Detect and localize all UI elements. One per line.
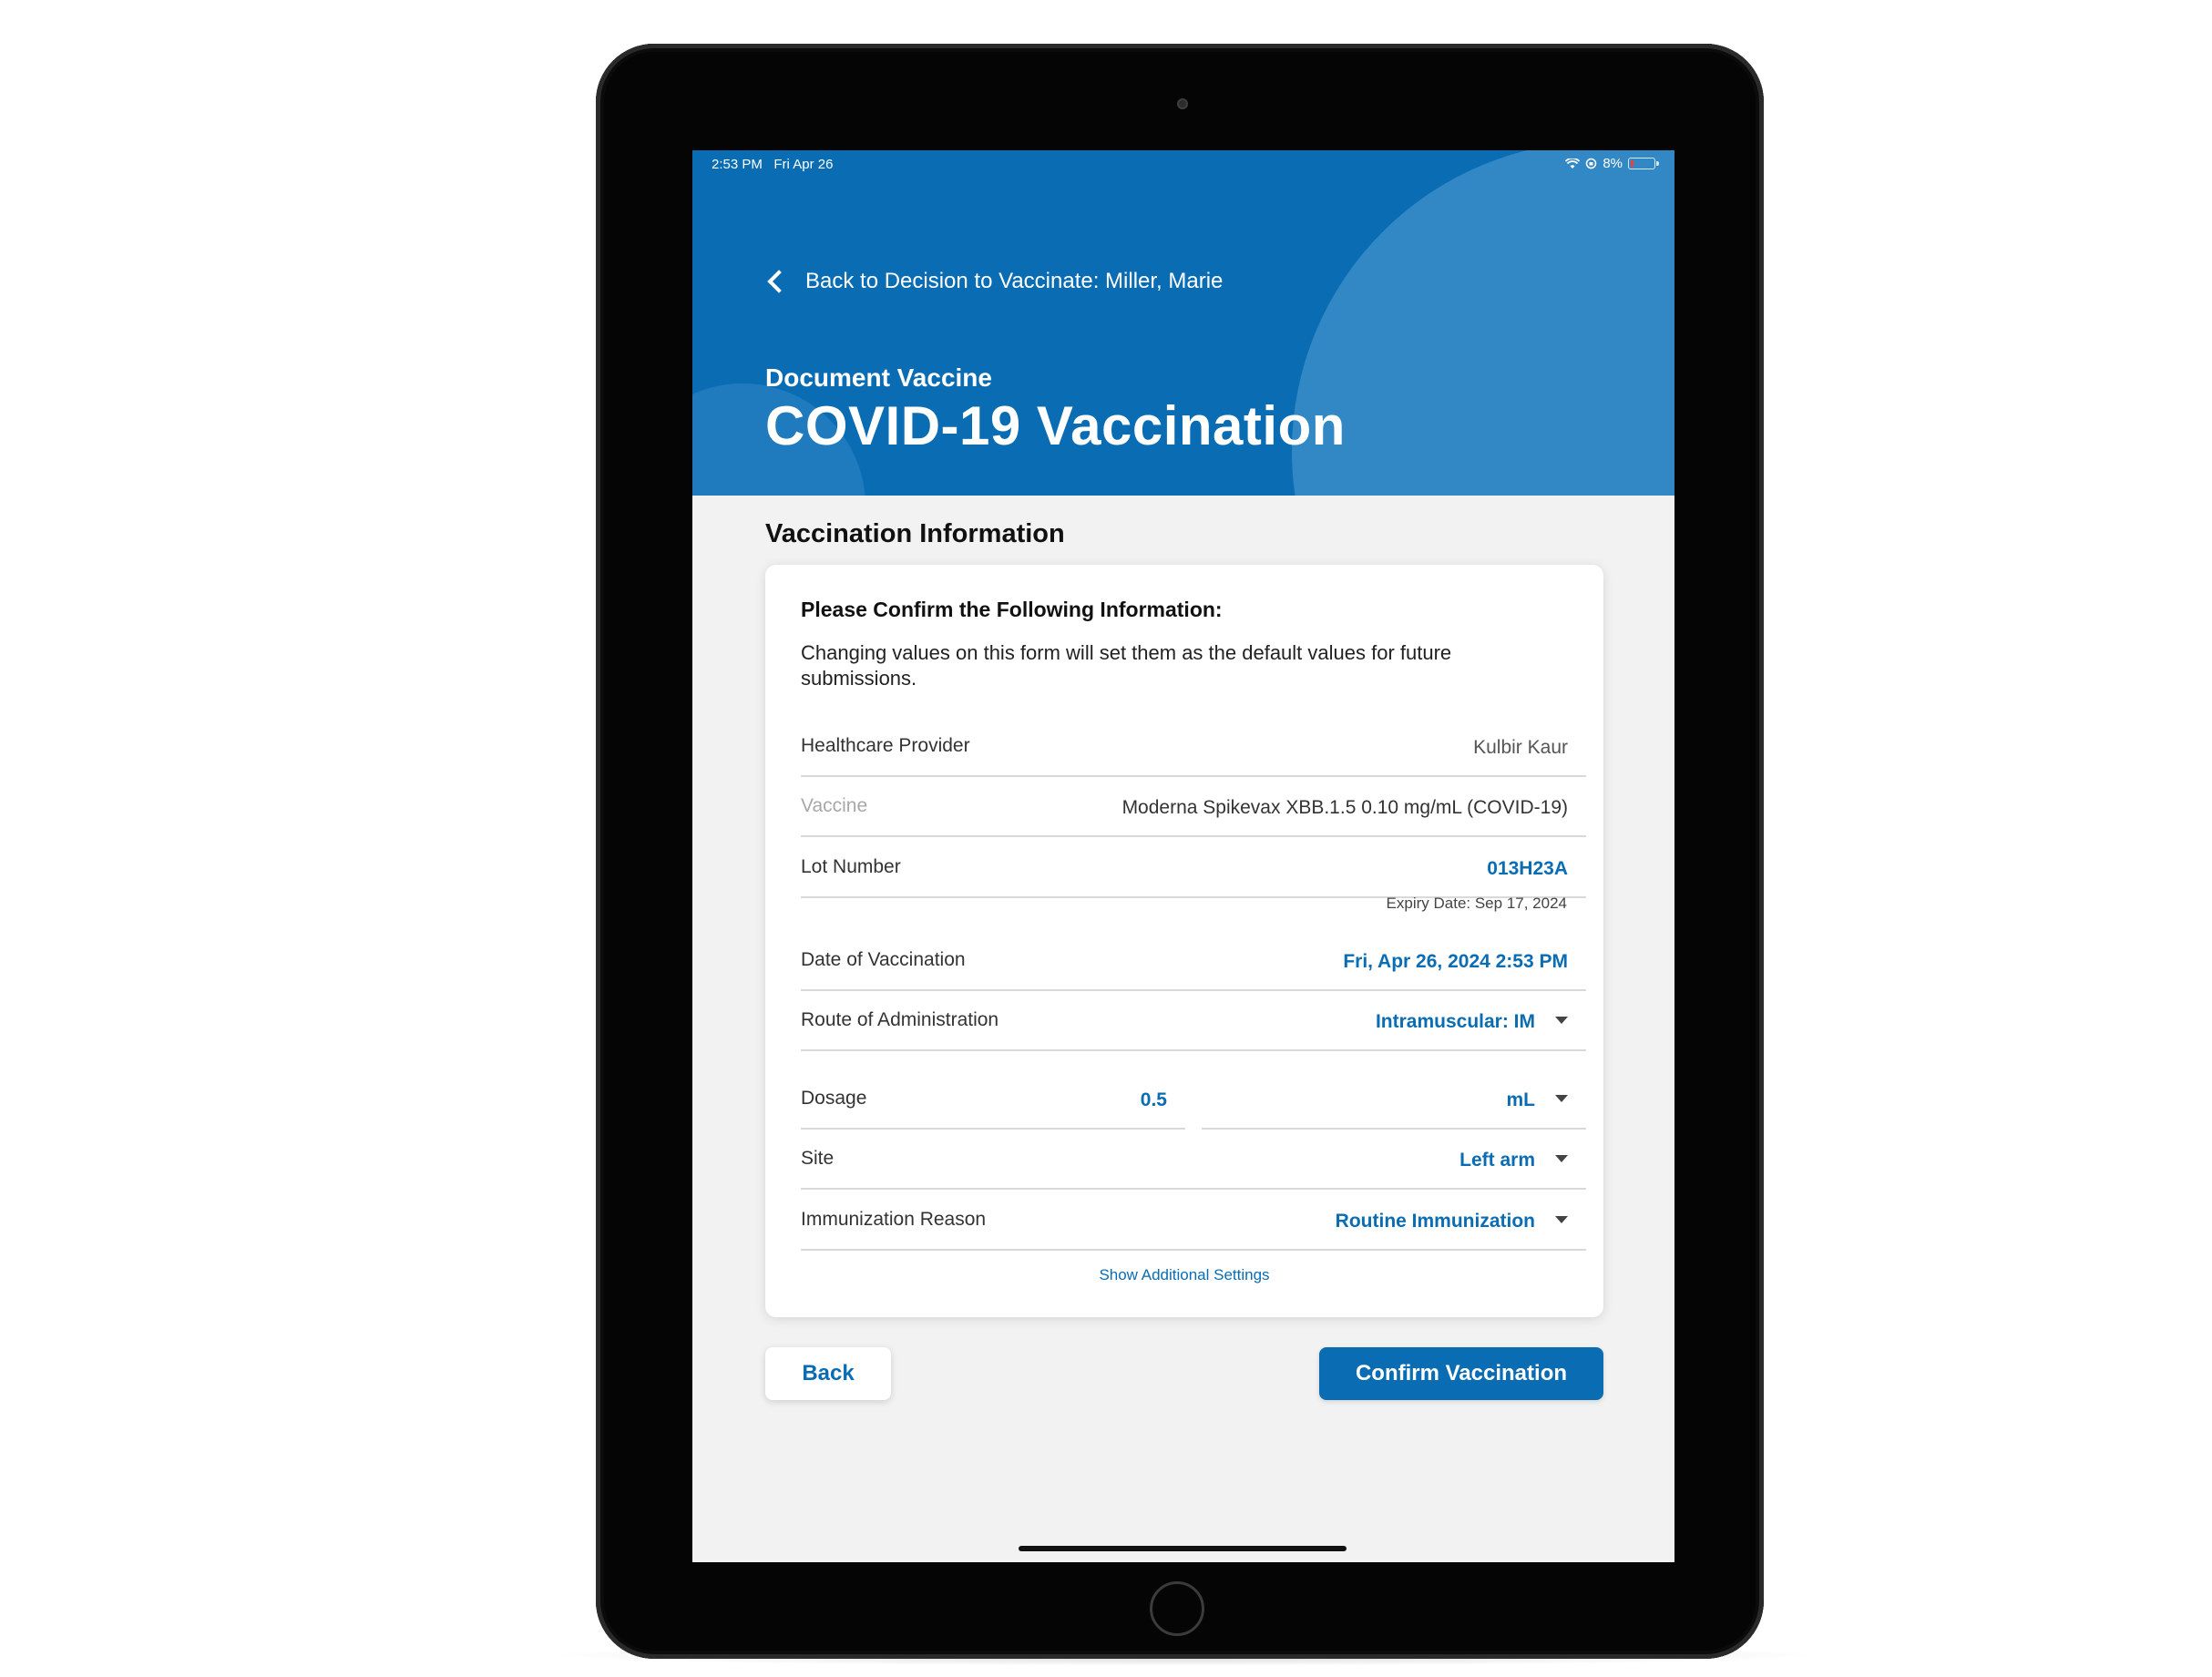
battery-percent: 8% <box>1603 156 1623 171</box>
decorative-circle <box>1292 150 1674 496</box>
reason-label: Immunization Reason <box>801 1209 987 1230</box>
footer-area <box>692 1412 1674 1562</box>
date-of-vaccination-row[interactable]: Date of Vaccination Fri, Apr 26, 2024 2:… <box>801 931 1586 991</box>
app-screen: 2:53 PM Fri Apr 26 8% Back to Decision t… <box>692 150 1674 1562</box>
dosage-unit-value: mL <box>1506 1089 1536 1110</box>
chevron-down-icon <box>1555 1095 1568 1103</box>
vaccination-info-card: Please Confirm the Following Information… <box>765 565 1603 1317</box>
lot-expiry-date: Expiry Date: Sep 17, 2024 <box>1386 895 1567 912</box>
page-title: COVID-19 Vaccination <box>765 395 1346 456</box>
page-subtitle: Document Vaccine <box>765 363 992 392</box>
route-row[interactable]: Route of Administration Intramuscular: I… <box>801 991 1586 1051</box>
chevron-down-icon <box>1555 1216 1568 1224</box>
provider-value: Kulbir Kaur <box>1473 737 1568 758</box>
dosage-amount-row[interactable]: Dosage 0.5 <box>801 1069 1185 1130</box>
dosage-label: Dosage <box>801 1088 867 1109</box>
vaccine-value: Moderna Spikevax XBB.1.5 0.10 mg/mL (COV… <box>1121 797 1568 818</box>
dosage-unit-row[interactable]: mL <box>1202 1069 1586 1130</box>
provider-row: Healthcare Provider Kulbir Kaur <box>801 717 1586 777</box>
lot-number-label: Lot Number <box>801 856 901 877</box>
home-indicator[interactable] <box>1019 1546 1347 1551</box>
back-button[interactable]: Back <box>765 1347 891 1400</box>
reason-value: Routine Immunization <box>1335 1211 1535 1232</box>
site-value: Left arm <box>1459 1150 1535 1171</box>
battery-icon <box>1628 158 1659 169</box>
lot-number-row[interactable]: Lot Number 013H23A <box>801 838 1586 898</box>
card-description: Changing values on this form will set th… <box>801 641 1452 690</box>
back-link-label: Back to Decision to Vaccinate: Miller, M… <box>805 269 1224 293</box>
dosage-unit-dropdown[interactable]: mL <box>1506 1089 1568 1111</box>
chevron-down-icon <box>1555 1017 1568 1025</box>
reason-dropdown[interactable]: Routine Immunization <box>1336 1211 1568 1232</box>
vaccine-row: Vaccine Moderna Spikevax XBB.1.5 0.10 mg… <box>801 777 1586 837</box>
immunization-reason-row[interactable]: Immunization Reason Routine Immunization <box>801 1191 1586 1251</box>
vaccine-label: Vaccine <box>801 795 868 816</box>
site-dropdown[interactable]: Left arm <box>1459 1150 1568 1171</box>
section-title: Vaccination Information <box>765 519 1065 548</box>
page-header: 2:53 PM Fri Apr 26 8% Back to Decision t… <box>692 150 1674 496</box>
site-label: Site <box>801 1148 835 1169</box>
route-dropdown[interactable]: Intramuscular: IM <box>1376 1011 1568 1033</box>
site-row[interactable]: Site Left arm <box>801 1130 1586 1190</box>
back-to-decision-link[interactable]: Back to Decision to Vaccinate: Miller, M… <box>765 269 1223 294</box>
home-button[interactable] <box>1150 1581 1204 1636</box>
provider-label: Healthcare Provider <box>801 735 970 756</box>
lot-number-value[interactable]: 013H23A <box>1487 858 1568 880</box>
camera <box>1177 98 1188 109</box>
confirm-vaccination-button[interactable]: Confirm Vaccination <box>1319 1347 1603 1400</box>
date-label: Date of Vaccination <box>801 949 966 970</box>
status-time: 2:53 PM <box>712 157 763 172</box>
chevron-left-icon <box>767 270 791 293</box>
route-label: Route of Administration <box>801 1009 999 1030</box>
status-bar-indicators: 8% <box>1565 156 1659 171</box>
orientation-lock-icon <box>1586 158 1597 169</box>
route-value: Intramuscular: IM <box>1375 1011 1535 1032</box>
chevron-down-icon <box>1555 1155 1568 1163</box>
date-value[interactable]: Fri, Apr 26, 2024 2:53 PM <box>1343 951 1568 973</box>
card-heading: Please Confirm the Following Information… <box>801 598 1223 621</box>
show-additional-settings-link[interactable]: Show Additional Settings <box>765 1266 1603 1284</box>
status-bar-time: 2:53 PM Fri Apr 26 <box>712 157 833 172</box>
status-date: Fri Apr 26 <box>773 157 834 172</box>
dosage-amount-input[interactable]: 0.5 <box>1141 1089 1167 1111</box>
wifi-icon <box>1565 158 1581 169</box>
